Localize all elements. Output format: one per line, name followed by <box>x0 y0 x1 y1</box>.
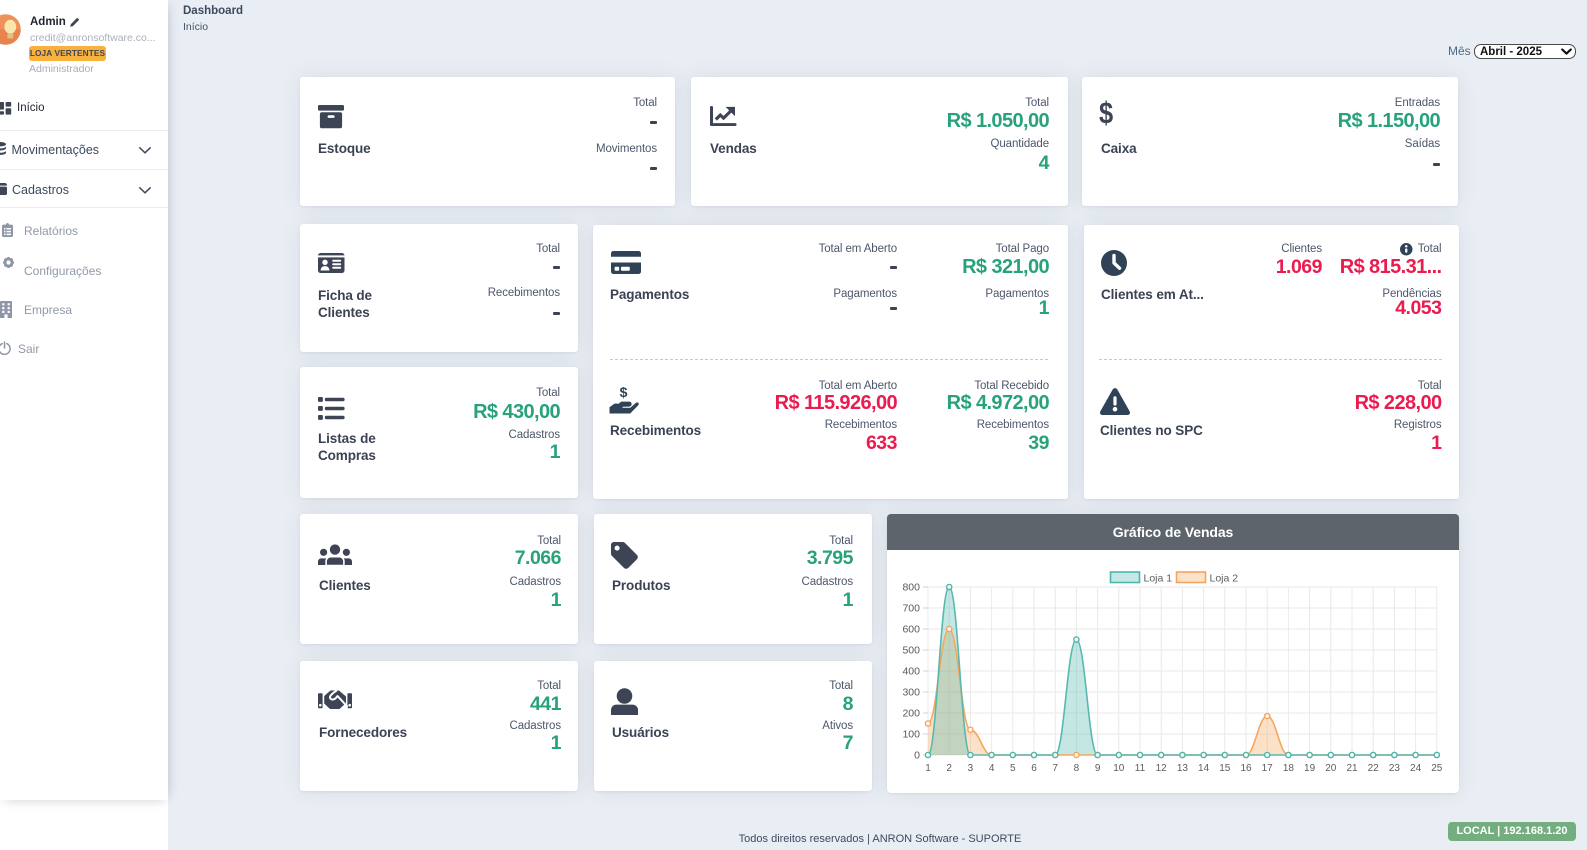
svg-text:200: 200 <box>902 708 920 720</box>
svg-text:9: 9 <box>1095 763 1101 774</box>
svg-text:12: 12 <box>1156 763 1168 774</box>
svg-text:8: 8 <box>1074 763 1080 774</box>
svg-text:300: 300 <box>902 687 920 699</box>
svg-text:24: 24 <box>1410 763 1422 774</box>
svg-text:25: 25 <box>1431 763 1443 774</box>
svg-text:15: 15 <box>1219 763 1231 774</box>
svg-text:4: 4 <box>989 763 995 774</box>
svg-text:18: 18 <box>1283 763 1295 774</box>
svg-text:23: 23 <box>1389 763 1401 774</box>
svg-text:800: 800 <box>902 582 920 594</box>
svg-text:6: 6 <box>1031 763 1037 774</box>
svg-text:700: 700 <box>902 603 920 615</box>
svg-text:1: 1 <box>925 763 931 774</box>
svg-text:16: 16 <box>1240 763 1252 774</box>
svg-text:2: 2 <box>946 763 952 774</box>
svg-text:100: 100 <box>902 729 920 741</box>
svg-text:10: 10 <box>1113 763 1125 774</box>
svg-text:13: 13 <box>1177 763 1189 774</box>
svg-text:Loja 2: Loja 2 <box>1210 573 1239 585</box>
svg-text:11: 11 <box>1135 763 1146 774</box>
svg-text:0: 0 <box>914 750 920 762</box>
svg-text:7: 7 <box>1052 763 1058 774</box>
svg-text:400: 400 <box>902 666 920 678</box>
svg-text:21: 21 <box>1346 763 1358 774</box>
svg-text:3: 3 <box>968 763 974 774</box>
svg-text:22: 22 <box>1368 763 1380 774</box>
svg-text:17: 17 <box>1262 763 1274 774</box>
svg-text:600: 600 <box>902 624 920 636</box>
svg-text:20: 20 <box>1325 763 1337 774</box>
svg-text:19: 19 <box>1304 763 1316 774</box>
svg-text:Loja 1: Loja 1 <box>1144 573 1173 585</box>
svg-text:500: 500 <box>902 645 920 657</box>
svg-text:14: 14 <box>1198 763 1210 774</box>
svg-text:5: 5 <box>1010 763 1016 774</box>
